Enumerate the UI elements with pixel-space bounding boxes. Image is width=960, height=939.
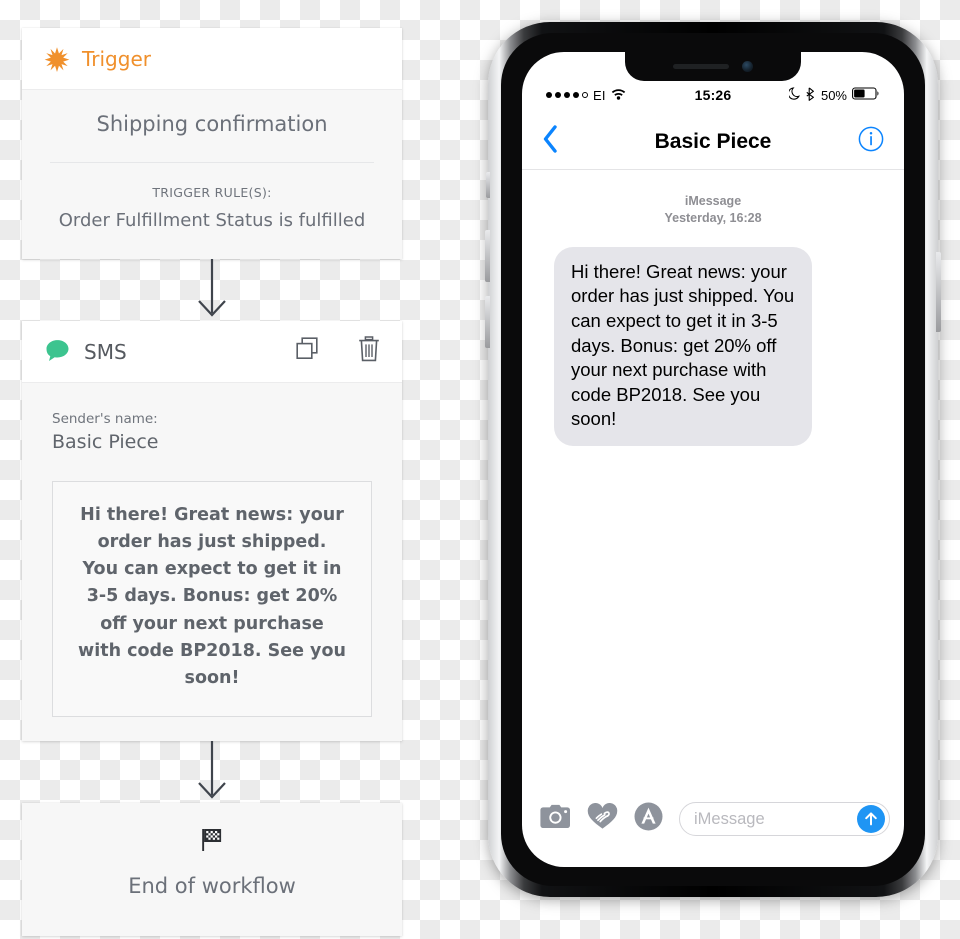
end-of-workflow-card: End of workflow bbox=[22, 802, 402, 936]
copy-icon[interactable] bbox=[296, 337, 318, 366]
end-of-workflow-label: End of workflow bbox=[128, 873, 296, 898]
connector-arrow-sms-to-end bbox=[22, 740, 402, 803]
service-label: iMessage bbox=[684, 194, 742, 208]
trigger-rules-label: TRIGGER RULE(S): bbox=[152, 185, 272, 200]
workflow-canvas: Trigger Shipping confirmation TRIGGER RU… bbox=[22, 28, 402, 936]
status-bar-right: 50% bbox=[787, 86, 880, 104]
sms-card-label: SMS bbox=[84, 339, 127, 364]
message-bubble-incoming[interactable]: Hi there! Great news: your order has jus… bbox=[554, 246, 812, 446]
sms-card-body: Sender's name: Basic Piece Hi there! Gre… bbox=[22, 383, 402, 741]
message-input-field[interactable]: iMessage bbox=[679, 802, 890, 836]
trigger-rules-value: Order Fulfillment Status is fulfilled bbox=[58, 210, 366, 231]
sms-card-actions bbox=[296, 336, 380, 367]
arrow-up-icon[interactable] bbox=[857, 805, 885, 833]
bubble-wrap: Hi there! Great news: your order has jus… bbox=[554, 246, 812, 446]
trigger-card-header: Trigger bbox=[22, 28, 402, 90]
trigger-card-body: Shipping confirmation TRIGGER RULE(S): O… bbox=[22, 90, 402, 259]
message-input-placeholder: iMessage bbox=[694, 809, 765, 828]
thread-timestamp-header: iMessage Yesterday, 16:28 bbox=[522, 170, 904, 227]
battery-percent-label: 50% bbox=[820, 87, 847, 103]
phone-frame: EI 15:26 50% Basic Piece iMessage Yester… bbox=[485, 22, 941, 897]
trash-icon[interactable] bbox=[358, 336, 380, 367]
message-row-incoming: Hi there! Great news: your order has jus… bbox=[522, 227, 904, 446]
iphone-mockup: EI 15:26 50% Basic Piece iMessage Yester… bbox=[485, 22, 941, 897]
conversation-title: Basic Piece bbox=[654, 129, 772, 153]
phone-screen: EI 15:26 50% Basic Piece iMessage Yester… bbox=[522, 52, 904, 867]
speaker-grille-icon bbox=[673, 64, 729, 69]
power-button[interactable] bbox=[936, 252, 941, 332]
sms-message-preview[interactable]: Hi there! Great news: your order has jus… bbox=[52, 481, 372, 717]
status-bar: EI 15:26 50% bbox=[522, 84, 904, 106]
front-camera-icon bbox=[742, 61, 753, 72]
sms-card-header: SMS bbox=[22, 321, 402, 383]
star-burst-icon bbox=[44, 46, 70, 72]
connector-arrow-trigger-to-sms bbox=[22, 259, 402, 321]
trigger-card[interactable]: Trigger Shipping confirmation TRIGGER RU… bbox=[22, 28, 402, 259]
battery-icon bbox=[852, 87, 880, 103]
heart-hand-icon[interactable] bbox=[587, 802, 618, 835]
bluetooth-icon bbox=[806, 86, 816, 104]
notch bbox=[625, 52, 801, 81]
navigation-bar: Basic Piece bbox=[522, 114, 904, 170]
moon-icon bbox=[787, 87, 801, 103]
trigger-card-label: Trigger bbox=[82, 46, 151, 71]
app-store-icon[interactable] bbox=[634, 802, 663, 836]
mute-switch[interactable] bbox=[486, 172, 490, 198]
speech-bubble-icon bbox=[44, 338, 71, 365]
phone-bezel: EI 15:26 50% Basic Piece iMessage Yester… bbox=[501, 33, 925, 886]
sender-name-label: Sender's name: bbox=[52, 411, 158, 427]
trigger-title: Shipping confirmation bbox=[96, 112, 328, 136]
message-thread: iMessage Yesterday, 16:28 Hi there! Grea… bbox=[522, 170, 904, 789]
checkered-flag-icon bbox=[198, 827, 226, 858]
sms-action-card[interactable]: SMS Sender's name: Basic Piece Hi there!… bbox=[22, 321, 402, 741]
message-compose-toolbar: iMessage bbox=[522, 789, 904, 867]
volume-up-button[interactable] bbox=[485, 230, 490, 282]
timestamp-label: Yesterday, 16:28 bbox=[664, 210, 762, 225]
volume-down-button[interactable] bbox=[485, 296, 490, 348]
sender-name-value: Basic Piece bbox=[52, 431, 159, 453]
info-circle-icon[interactable] bbox=[858, 126, 884, 157]
camera-icon[interactable] bbox=[540, 804, 571, 835]
